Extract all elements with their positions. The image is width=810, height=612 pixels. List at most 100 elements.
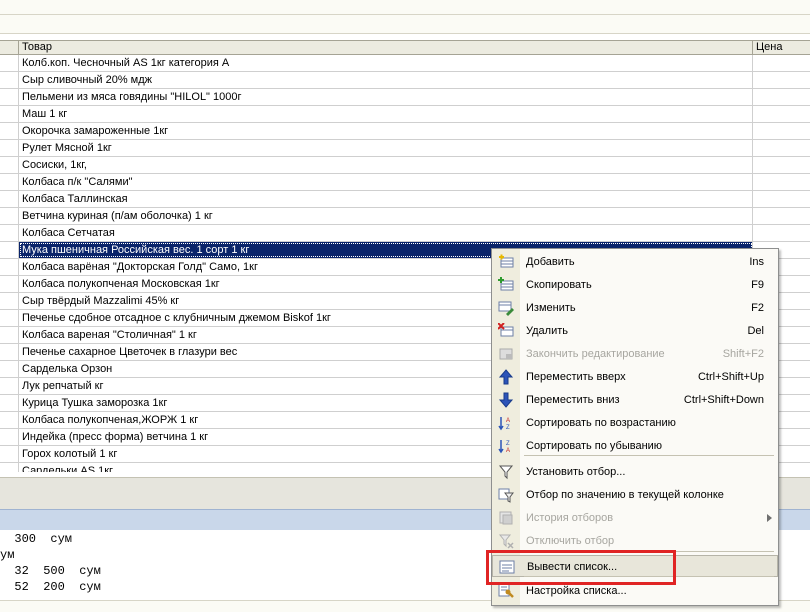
menu-item-label: Отключить отбор — [526, 535, 615, 547]
row-name-cell[interactable]: Рулет Мясной 1кг — [19, 140, 753, 156]
row-marker-cell[interactable] — [0, 446, 19, 462]
row-price-cell[interactable] — [753, 208, 810, 224]
svg-text:Z: Z — [506, 441, 510, 447]
table-row[interactable]: Колбаса Таллинская — [0, 191, 810, 208]
menu-item[interactable]: Удалить Del — [492, 320, 778, 342]
highlight-box — [486, 550, 676, 585]
arrow-up-icon — [498, 369, 514, 385]
menu-item[interactable]: История отборов — [492, 507, 778, 529]
row-price-cell[interactable] — [753, 55, 810, 71]
row-price-cell[interactable] — [753, 89, 810, 105]
row-marker-cell[interactable] — [0, 55, 19, 71]
menu-item-label: Изменить — [526, 302, 576, 314]
table-row[interactable]: Ветчина куриная (п/ам оболочка) 1 кг — [0, 208, 810, 225]
menu-item-shortcut: Ctrl+Shift+Down — [683, 394, 764, 406]
svg-text:A: A — [506, 448, 510, 454]
menu-item-shortcut: Ctrl+Shift+Up — [697, 371, 764, 383]
row-marker-cell[interactable] — [0, 242, 19, 258]
row-name-cell[interactable]: Колб.коп. Чесночный AS 1кг категория А — [19, 55, 753, 71]
menu-item-label: Установить отбор... — [526, 466, 626, 478]
row-price-cell[interactable] — [753, 123, 810, 139]
row-marker-cell[interactable] — [0, 395, 19, 411]
menu-item-label: Сортировать по возрастанию — [526, 417, 676, 429]
row-price-cell[interactable] — [753, 174, 810, 190]
row-marker-cell[interactable] — [0, 157, 19, 173]
row-marker-cell[interactable] — [0, 310, 19, 326]
row-marker-cell[interactable] — [0, 174, 19, 190]
table-row[interactable]: Рулет Мясной 1кг — [0, 140, 810, 157]
row-marker-cell[interactable] — [0, 72, 19, 88]
table-row[interactable]: Сосиски, 1кг, — [0, 157, 810, 174]
menu-item[interactable]: Z A Сортировать по убыванию — [492, 435, 778, 457]
add-row-icon — [498, 254, 514, 270]
menu-item-shortcut: F2 — [751, 302, 764, 314]
svg-text:Z: Z — [506, 425, 510, 431]
copy-row-icon — [498, 277, 514, 293]
menu-item[interactable]: Скопировать F9 — [492, 274, 778, 296]
menu-separator — [524, 455, 774, 456]
row-name-cell[interactable]: Колбаса Сетчатая — [19, 225, 753, 241]
filter-history-icon — [498, 510, 514, 526]
row-marker-cell[interactable] — [0, 208, 19, 224]
menu-item-label: Скопировать — [526, 279, 592, 291]
row-marker-cell[interactable] — [0, 259, 19, 275]
table-row[interactable]: Окорочка замароженные 1кг — [0, 123, 810, 140]
table-row[interactable]: Колб.коп. Чесночный AS 1кг категория А — [0, 55, 810, 72]
table-row[interactable]: Колбаса Сетчатая — [0, 225, 810, 242]
list-settings-icon — [498, 583, 514, 599]
header-column-price[interactable]: Цена — [753, 41, 810, 55]
row-marker-cell[interactable] — [0, 89, 19, 105]
arrow-down-icon — [498, 392, 514, 408]
menu-item[interactable]: Отбор по значению в текущей колонке — [492, 484, 778, 506]
row-price-cell[interactable] — [753, 106, 810, 122]
row-price-cell[interactable] — [753, 72, 810, 88]
table-row[interactable]: Пельмени из мяса говядины "HILOL" 1000г — [0, 89, 810, 106]
row-marker-cell[interactable] — [0, 293, 19, 309]
row-price-cell[interactable] — [753, 191, 810, 207]
row-marker-cell[interactable] — [0, 225, 19, 241]
row-name-cell[interactable]: Сосиски, 1кг, — [19, 157, 753, 173]
table-row[interactable]: Маш 1 кг — [0, 106, 810, 123]
submenu-arrow-icon — [767, 514, 772, 522]
table-row[interactable]: Сыр сливочный 20% мдж — [0, 72, 810, 89]
finish-edit-icon — [498, 346, 514, 362]
row-marker-cell[interactable] — [0, 412, 19, 428]
row-marker-cell[interactable] — [0, 191, 19, 207]
row-marker-cell[interactable] — [0, 429, 19, 445]
edit-row-icon — [498, 300, 514, 316]
header-marker-column[interactable] — [0, 41, 19, 55]
row-marker-cell[interactable] — [0, 361, 19, 377]
menu-item-shortcut: Del — [747, 325, 764, 337]
menu-item[interactable]: Добавить Ins — [492, 251, 778, 273]
menu-item[interactable]: Отключить отбор — [492, 530, 778, 552]
menu-item[interactable]: Изменить F2 — [492, 297, 778, 319]
row-marker-cell[interactable] — [0, 123, 19, 139]
row-name-cell[interactable]: Маш 1 кг — [19, 106, 753, 122]
menu-item[interactable]: Переместить вверх Ctrl+Shift+Up — [492, 366, 778, 388]
header-column-name[interactable]: Товар — [19, 41, 753, 55]
menu-item[interactable]: Переместить вниз Ctrl+Shift+Down — [492, 389, 778, 411]
row-name-cell[interactable]: Окорочка замароженные 1кг — [19, 123, 753, 139]
menu-item-label: Удалить — [526, 325, 568, 337]
row-marker-cell[interactable] — [0, 276, 19, 292]
row-name-cell[interactable]: Ветчина куриная (п/ам оболочка) 1 кг — [19, 208, 753, 224]
row-marker-cell[interactable] — [0, 463, 19, 472]
menu-item[interactable]: Закончить редактирование Shift+F2 — [492, 343, 778, 365]
row-marker-cell[interactable] — [0, 327, 19, 343]
menu-item[interactable]: A Z Сортировать по возрастанию — [492, 412, 778, 434]
row-name-cell[interactable]: Колбаса Таллинская — [19, 191, 753, 207]
row-marker-cell[interactable] — [0, 344, 19, 360]
row-price-cell[interactable] — [753, 225, 810, 241]
row-marker-cell[interactable] — [0, 378, 19, 394]
row-price-cell[interactable] — [753, 157, 810, 173]
row-marker-cell[interactable] — [0, 106, 19, 122]
table-row[interactable]: Колбаса п/к "Салями" — [0, 174, 810, 191]
menu-item-shortcut: Ins — [749, 256, 764, 268]
row-price-cell[interactable] — [753, 140, 810, 156]
row-name-cell[interactable]: Сыр сливочный 20% мдж — [19, 72, 753, 88]
row-name-cell[interactable]: Пельмени из мяса говядины "HILOL" 1000г — [19, 89, 753, 105]
row-marker-cell[interactable] — [0, 140, 19, 156]
row-name-cell[interactable]: Колбаса п/к "Салями" — [19, 174, 753, 190]
menu-item-label: История отборов — [526, 512, 614, 524]
menu-item[interactable]: Установить отбор... — [492, 461, 778, 483]
